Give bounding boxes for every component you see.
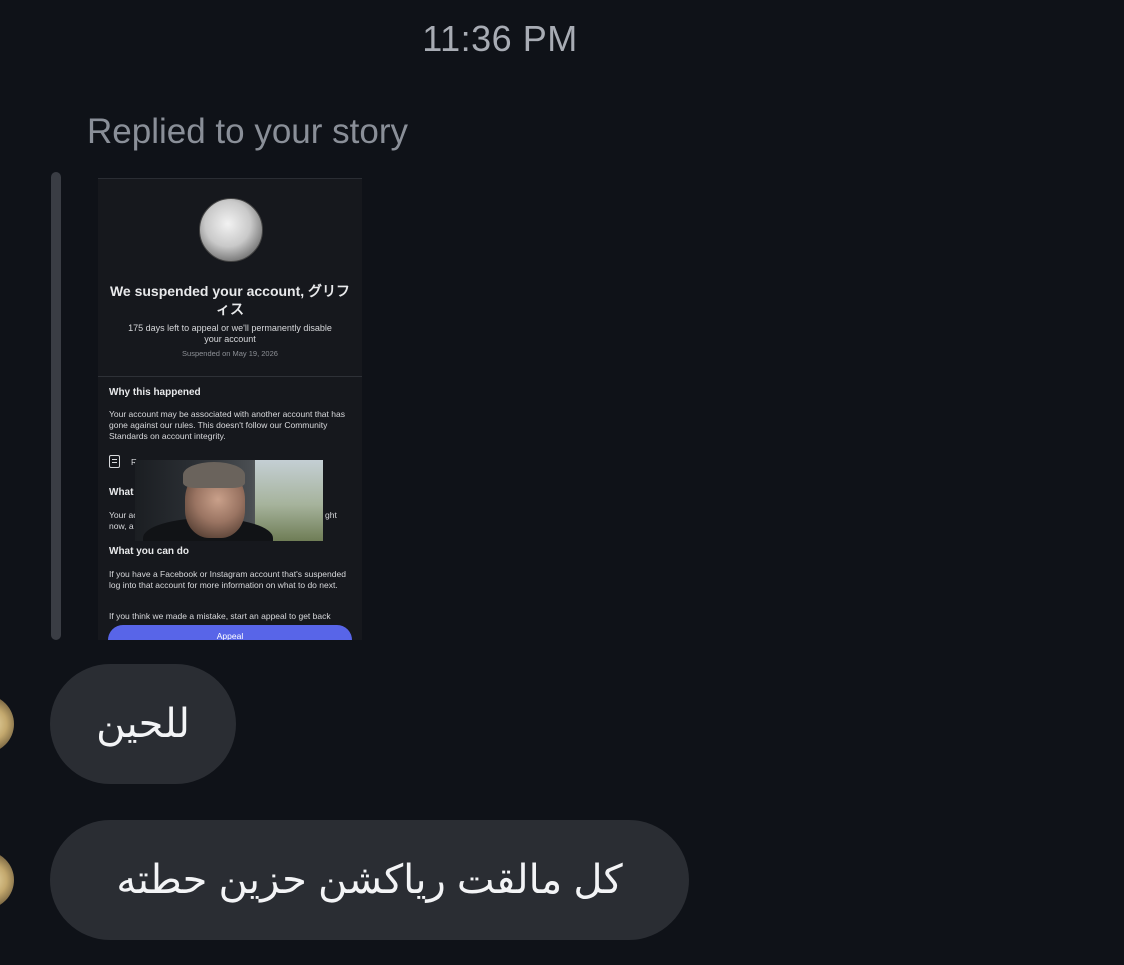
profile-avatar: [199, 198, 263, 262]
sender-avatar[interactable]: [0, 695, 14, 753]
story-divider: [98, 376, 362, 377]
appeal-button: Appeal: [108, 625, 352, 640]
what-text-partial-2: now, a: [109, 521, 134, 531]
message-timestamp: 11:36 PM: [422, 18, 578, 59]
document-icon: [109, 455, 120, 468]
why-text: Your account may be associated with anot…: [109, 409, 345, 441]
story-divider-top: [98, 178, 362, 179]
story-suspension-subtitle: 175 days left to appeal or we'll permane…: [128, 323, 332, 344]
what-heading-partial: What: [109, 487, 134, 498]
reaction-photo: [135, 460, 323, 541]
message-text: كل مالقت رياكشن حزين حطته: [116, 858, 623, 902]
story-thumbnail[interactable]: We suspended your account, グリフィス 175 day…: [98, 178, 362, 640]
can-do-heading: What you can do: [109, 546, 189, 557]
message-bubble[interactable]: للحين: [0, 664, 236, 784]
what-text-partial-right: ght: [325, 510, 337, 520]
story-suspension-title: We suspended your account, グリフィス: [109, 283, 351, 317]
message-bubble[interactable]: كل مالقت رياكشن حزين حطته: [0, 820, 689, 940]
what-text-partial: Your ac: [109, 510, 138, 520]
can-do-text-2: If you think we made a mistake, start an…: [109, 611, 331, 621]
can-do-text: If you have a Facebook or Instagram acco…: [109, 569, 346, 590]
why-heading: Why this happened: [109, 387, 201, 398]
reply-quote-bar: [51, 172, 61, 640]
sender-avatar[interactable]: [0, 851, 14, 909]
story-suspension-date: Suspended on May 19, 2026: [182, 349, 278, 358]
replied-to-story-label: Replied to your story: [87, 112, 408, 151]
message-text: للحين: [96, 702, 190, 746]
